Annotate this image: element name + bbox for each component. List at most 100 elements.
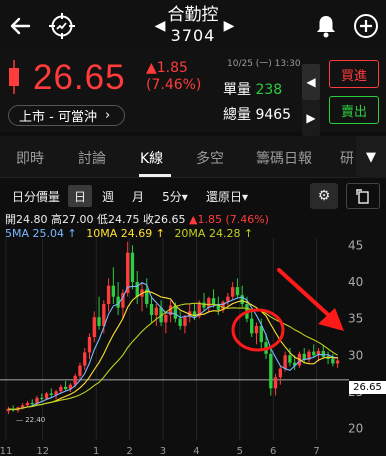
candle-body [73,375,77,385]
stock-code: 3704 [170,26,216,45]
close-label: 收 [143,213,154,226]
ma20-line [8,302,338,411]
right-arrow-button[interactable]: ▶ [302,100,320,136]
low-price-annotation: — 22.40 [16,416,45,424]
tab-realtime[interactable]: 即時 [16,148,44,168]
open-value: 24.80 [16,213,48,226]
toolbar-day[interactable]: 日 [68,185,92,207]
ma-readout: 5MA 25.04 ↑ 10MA 24.69 ↑ 20MA 24.28 ↑ [5,227,253,240]
candle-body [321,350,325,357]
candle-body [202,302,206,308]
back-arrow-icon[interactable] [4,10,36,42]
candle-body [183,317,187,326]
candle-body [331,359,335,364]
candle-body [44,393,49,399]
ma20-value: 20MA 24.28 ↑ [174,227,254,240]
candle-body [135,282,139,297]
candle-body [49,393,53,395]
candle-body [30,403,34,404]
candle-body [178,318,182,326]
tab-research[interactable]: 研 [340,148,354,168]
open-label: 開 [5,213,16,226]
candle-body [63,386,68,390]
change-percent: (7.46%) [146,77,202,93]
tab-discussion[interactable]: 討論 [78,148,106,168]
low-value: 24.75 [108,213,140,226]
candle-body [164,315,168,323]
red-arrow-shaft [277,268,336,322]
stock-title: 合勤控 3704 [120,4,266,48]
quote-time: 10/25 (一) 13:30 [227,59,301,69]
candle-body [25,403,30,406]
current-price: 26.65 [33,58,126,97]
sell-button[interactable]: 賣出 [329,96,379,124]
x-tick-label: 12 [36,446,49,456]
toolbar-adjust-dropdown[interactable]: 還原日▾ [198,185,256,207]
left-arrow-button[interactable]: ◀ [302,64,320,100]
candle-body [283,355,287,369]
caret-down-icon: ▼ [366,149,376,165]
chart-toolbar: 日分價量 日 週 月 5分▾ 還原日▾ ⚙ [0,178,386,212]
low-label: 低 [97,213,108,226]
y-tick-label: 20 [348,422,363,436]
buy-button[interactable]: 買進 [329,60,379,88]
x-tick-label: 4 [193,446,199,456]
unit-volume-label: 單量 [223,82,251,98]
toolbar-daily-price-volume[interactable]: 日分價量 [6,185,66,207]
chart-canvas: 45403530252011121234567— 22.40 [0,238,363,456]
toolbar-week[interactable]: 週 [96,185,120,207]
candle-body [106,285,111,304]
x-tick-label: 1 [93,446,99,456]
x-tick-label: 6 [270,446,276,456]
candle-body [230,287,235,297]
stock-name: 合勤控 [167,5,219,25]
unit-volume-value: 238 [255,82,283,98]
app-header: ◀ 合勤控 3704 ▶ [0,0,386,52]
candle-body [288,355,292,363]
x-tick-label: 11 [0,446,12,456]
price-change: ▲1.85 (7.46%) [146,60,201,94]
total-volume-label: 總量 [223,107,251,123]
tab-chip-report[interactable]: 籌碼日報 [256,148,312,168]
bell-icon[interactable] [310,10,342,42]
close-value: 26.65 [154,213,186,226]
candle-body [130,252,135,282]
candle-body [87,337,92,353]
candle-body [235,287,240,296]
x-tick-label: 3 [160,446,166,456]
toolbar-month[interactable]: 月 [126,185,150,207]
toolbar-5min-dropdown[interactable]: 5分▾ [156,185,194,207]
rotate-screen-icon[interactable] [346,183,380,209]
quote-panel: 26.65 ▲1.85 (7.46%) 上市 - 可當沖 › 10/25 (一)… [0,52,386,136]
y-tick-label: 40 [348,275,363,289]
candle-body [78,365,82,376]
candlestick-icon [8,60,20,94]
ma5-value: 5MA 25.04 ↑ [5,227,77,240]
unit-volume: 單量 238 [223,79,282,99]
y-tick-label: 30 [348,348,363,362]
candle-body [335,360,340,364]
ma10-line [8,290,338,411]
x-tick-label: 7 [313,446,319,456]
gear-icon[interactable]: ⚙ [310,183,338,209]
last-price-tag: 26.65 [349,381,386,394]
kline-chart[interactable]: 45403530252011121234567— 22.40 開24.80 高2… [0,208,386,456]
change-value: ▲1.85 [146,60,188,76]
x-tick-label: 5 [237,446,243,456]
candle-body [59,386,63,392]
next-stock-arrow[interactable]: ▶ [222,14,236,38]
play-icon: ▶ [306,111,316,125]
x-tick-label: 2 [126,446,132,456]
candle-body [21,405,25,408]
trend-target-icon[interactable] [46,10,78,42]
add-circle-icon[interactable] [350,10,382,42]
candle-body [273,377,278,389]
ohlc-change: ▲1.85 (7.46%) [189,213,269,226]
tab-long-short[interactable]: 多空 [196,148,224,168]
market-tag[interactable]: 上市 - 可當沖 › [8,105,125,126]
candle-body [269,353,273,389]
tabs-more-button[interactable]: ▼ [356,136,386,178]
candle-body [40,397,44,399]
tab-kline[interactable]: K線 [140,148,163,168]
ohlc-readout: 開24.80 高27.00 低24.75 收26.65 ▲1.85 (7.46%… [5,211,269,227]
